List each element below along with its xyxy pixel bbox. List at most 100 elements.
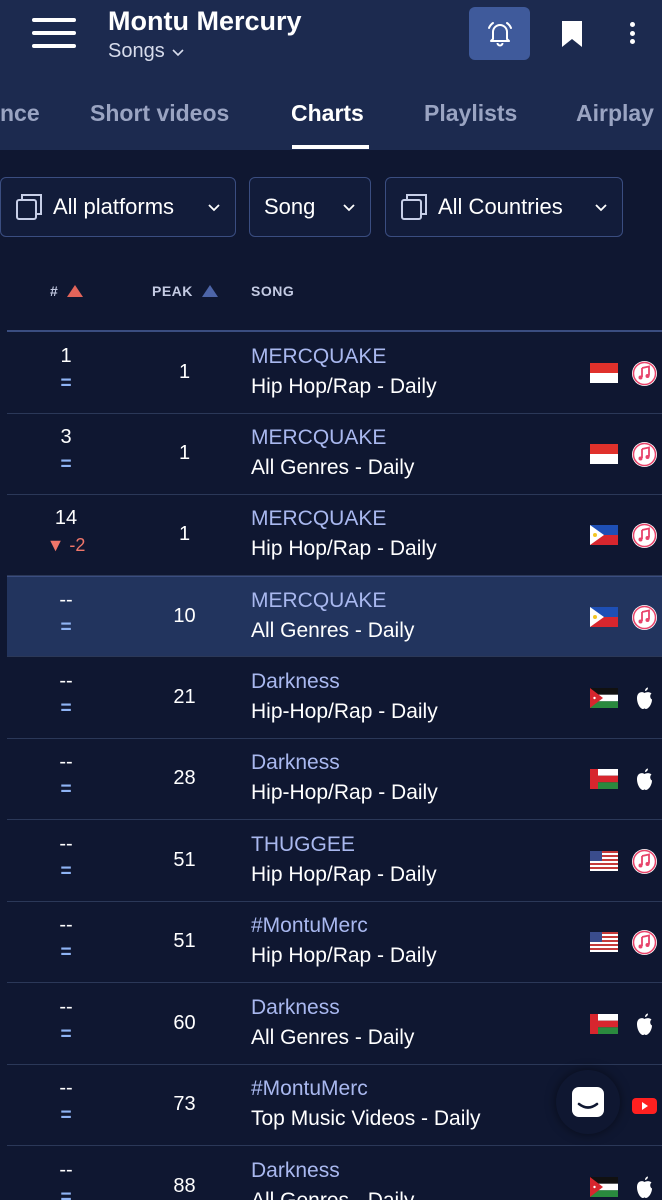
chart-name: All Genres - Daily: [251, 456, 415, 479]
peak-value: 60: [173, 1012, 196, 1034]
rank-change: =: [60, 1105, 72, 1126]
layers-icon: [16, 194, 42, 220]
hamburger-menu-icon[interactable]: [32, 18, 78, 48]
oman-flag-icon: [590, 769, 618, 789]
song-title-link[interactable]: Darkness: [251, 751, 340, 775]
chart-row[interactable]: -- = 51 THUGGEE Hip Hop/Rap - Daily: [7, 821, 662, 902]
song-header-label: SONG: [251, 283, 295, 299]
more-options-icon[interactable]: [617, 16, 647, 50]
chevron-down-icon: [172, 48, 184, 56]
chart-name: Hip Hop/Rap - Daily: [251, 944, 437, 967]
platform-filter[interactable]: All platforms: [0, 177, 236, 237]
chart-row[interactable]: 1 = 1 MERCQUAKE Hip Hop/Rap - Daily: [7, 333, 662, 414]
rank-column-header[interactable]: #: [50, 283, 84, 299]
song-title-link[interactable]: Darkness: [251, 1159, 340, 1183]
section-picker-label: Songs: [108, 40, 165, 62]
rank-value: 3: [60, 426, 72, 448]
philippines-flag-icon: [590, 607, 618, 627]
song-column-header[interactable]: SONG: [251, 283, 294, 299]
indonesia-flag-icon: [590, 363, 618, 383]
rank-change: =: [60, 698, 72, 719]
country-filter[interactable]: All Countries: [385, 177, 623, 237]
rank-value: --: [59, 751, 73, 773]
layers-icon: [401, 194, 427, 220]
rank-value: --: [59, 670, 73, 692]
rank-change: =: [60, 617, 72, 638]
peak-value: 51: [173, 849, 196, 871]
header-divider: [7, 330, 662, 332]
rank-value: 14: [54, 507, 78, 529]
song-title-link[interactable]: Darkness: [251, 996, 340, 1020]
peak-value: 51: [173, 930, 196, 952]
peak-value: 10: [173, 605, 196, 627]
rank-change: =: [60, 861, 72, 882]
song-title-link[interactable]: #MontuMerc: [251, 1077, 368, 1101]
chart-row[interactable]: -- = 28 Darkness Hip-Hop/Rap - Daily: [7, 739, 662, 820]
sort-up-icon: [201, 285, 218, 297]
song-title-link[interactable]: MERCQUAKE: [251, 589, 386, 613]
platform-filter-label: All platforms: [53, 194, 175, 219]
chart-row[interactable]: -- = 60 Darkness All Genres - Daily: [7, 984, 662, 1065]
rank-change: =: [60, 373, 72, 394]
youtube-icon: [631, 1092, 658, 1119]
oman-flag-icon: [590, 1014, 618, 1034]
jordan-flag-icon: [590, 1177, 618, 1197]
tab-charts[interactable]: Charts: [291, 100, 364, 127]
rank-value: --: [59, 914, 73, 936]
rank-value: --: [59, 589, 73, 611]
philippines-flag-icon: [590, 525, 618, 545]
type-filter[interactable]: Song: [249, 177, 371, 237]
rank-change: =: [60, 942, 72, 963]
chevron-down-icon: [595, 204, 607, 212]
rank-change: ▼ -2: [46, 535, 86, 555]
jordan-flag-icon: [590, 688, 618, 708]
chart-row[interactable]: 14 ▼ -2 1 MERCQUAKE Hip Hop/Rap - Daily: [7, 495, 662, 576]
chart-name: All Genres - Daily: [251, 1026, 415, 1049]
apple-icon: [631, 685, 658, 712]
peak-column-header[interactable]: PEAK: [152, 283, 219, 299]
country-filter-label: All Countries: [438, 194, 563, 219]
peak-value: 1: [178, 361, 191, 383]
tab-audience[interactable]: nce: [0, 100, 40, 127]
apple-icon: [631, 1174, 658, 1200]
chart-name: Hip Hop/Rap - Daily: [251, 375, 437, 398]
bell-icon: [487, 21, 512, 46]
song-title-link[interactable]: MERCQUAKE: [251, 507, 386, 531]
chart-row-selected[interactable]: -- = 10 MERCQUAKE All Genres - Daily: [7, 576, 662, 657]
itunes-icon: [631, 604, 658, 631]
notification-bell-button[interactable]: [469, 7, 530, 60]
song-title-link[interactable]: #MontuMerc: [251, 914, 368, 938]
rank-value: --: [59, 1077, 73, 1099]
chat-support-button[interactable]: [556, 1070, 620, 1134]
peak-value: 73: [173, 1093, 196, 1115]
peak-value: 21: [173, 686, 196, 708]
chart-name: All Genres - Daily: [251, 619, 415, 642]
chart-row[interactable]: -- = 21 Darkness Hip-Hop/Rap - Daily: [7, 658, 662, 739]
song-title-link[interactable]: MERCQUAKE: [251, 345, 386, 369]
tab-bar: nce Short videos Charts Playlists Airpla…: [0, 90, 662, 150]
chart-row[interactable]: 3 = 1 MERCQUAKE All Genres - Daily: [7, 414, 662, 495]
tab-airplay[interactable]: Airplay: [576, 100, 654, 127]
itunes-icon: [631, 929, 658, 956]
bookmark-button[interactable]: [556, 18, 588, 50]
rank-change: =: [60, 454, 72, 475]
section-picker[interactable]: Songs: [108, 40, 185, 63]
tab-short-videos[interactable]: Short videos: [90, 100, 229, 127]
tab-playlists[interactable]: Playlists: [424, 100, 517, 127]
chart-name: All Genres - Daily: [251, 1189, 414, 1200]
artist-name: Montu Mercury: [108, 6, 302, 36]
rank-value: 1: [60, 345, 72, 367]
chart-name: Hip Hop/Rap - Daily: [251, 863, 437, 886]
song-title-link[interactable]: THUGGEE: [251, 833, 355, 857]
type-filter-label: Song: [264, 194, 316, 219]
peak-value: 28: [173, 767, 196, 789]
chart-row[interactable]: -- = 51 #MontuMerc Hip Hop/Rap - Daily: [7, 902, 662, 983]
song-title-link[interactable]: MERCQUAKE: [251, 426, 386, 450]
song-title-link[interactable]: Darkness: [251, 670, 340, 694]
rank-change: =: [60, 779, 72, 800]
bookmark-icon: [562, 21, 582, 47]
itunes-icon: [631, 522, 658, 549]
chart-row[interactable]: -- = 88 Darkness All Genres - Daily: [7, 1147, 662, 1200]
top-bar: Montu Mercury Songs nce Short videos Cha…: [0, 0, 662, 150]
peak-value: 88: [173, 1175, 196, 1197]
